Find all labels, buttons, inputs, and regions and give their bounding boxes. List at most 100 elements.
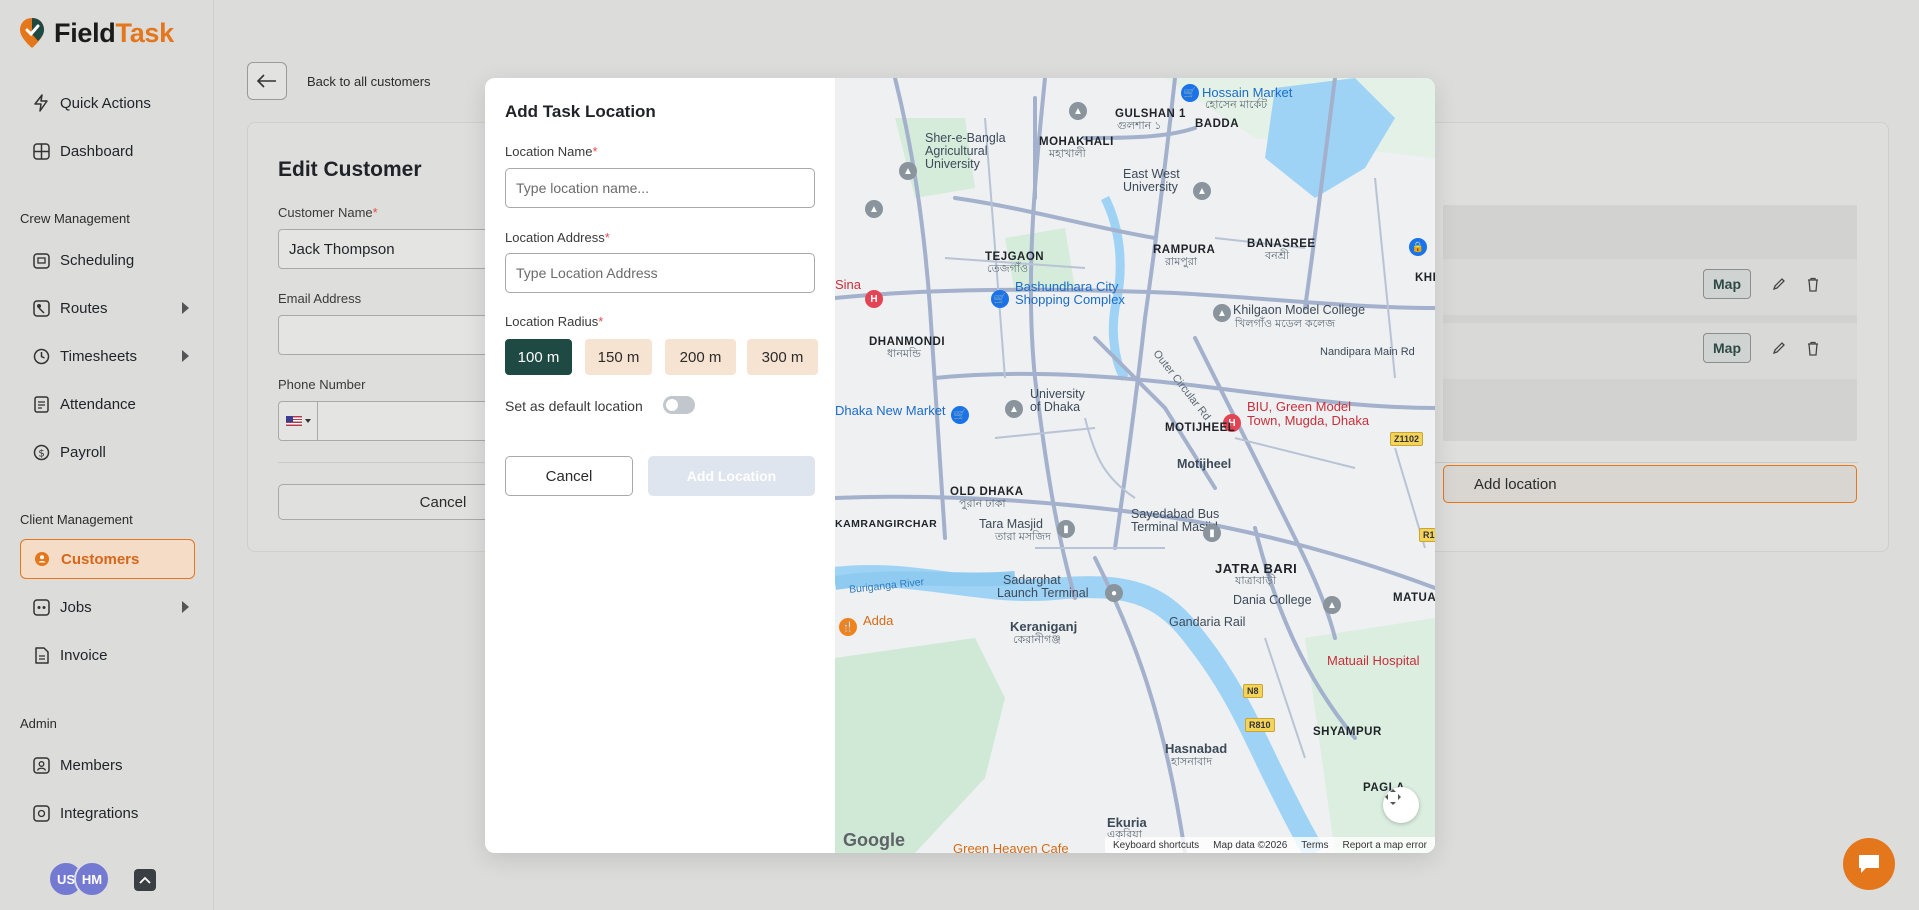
add-task-location-modal: Add Task Location Location Name* Locatio… (485, 78, 1435, 853)
school-pin-icon[interactable]: ▲ (1213, 304, 1231, 322)
map-label: Tara Masjid (979, 517, 1043, 531)
attendance-icon (32, 395, 50, 413)
sidebar-item-quick-actions[interactable]: Quick Actions (20, 83, 195, 123)
email-field[interactable] (278, 315, 498, 355)
school-pin-icon[interactable]: ▲ (1005, 400, 1023, 418)
delete-icon[interactable] (1803, 338, 1823, 358)
location-radius-label: Location Radius* (505, 314, 604, 329)
mosque-pin-icon[interactable]: ▮ (1203, 524, 1221, 542)
customers-icon (33, 550, 51, 568)
google-logo: Google (843, 830, 905, 850)
terms-link[interactable]: Terms (1301, 840, 1328, 851)
location-address-input[interactable] (505, 253, 815, 293)
school-pin-icon[interactable]: ▲ (1323, 596, 1341, 614)
add-location-button[interactable]: Add location (1443, 465, 1857, 503)
map-fullscreen-button[interactable] (1383, 787, 1419, 823)
add-location-label: Add location (1474, 475, 1557, 493)
map-attribution: Keyboard shortcuts Map data ©2026 Terms … (1105, 837, 1435, 853)
map-label: পুরান ঢাকা (959, 498, 1006, 510)
sidebar-item-routes[interactable]: Routes (20, 288, 195, 328)
sidebar-item-label: Scheduling (60, 251, 135, 269)
map-label: Hasnabad (1165, 741, 1228, 756)
radius-option-300[interactable]: 300 m (747, 339, 818, 375)
map-button[interactable]: Map (1703, 333, 1751, 363)
radius-option-200[interactable]: 200 m (665, 339, 736, 375)
country-code-select[interactable] (278, 401, 318, 441)
delete-icon[interactable] (1803, 274, 1823, 294)
default-location-label: Set as default location (505, 398, 643, 414)
road-badge: R1 (1419, 528, 1435, 542)
bus-pin-icon[interactable]: ● (1105, 584, 1123, 602)
sidebar-item-label: Integrations (60, 804, 139, 822)
calendar-icon (32, 251, 50, 269)
invoice-icon (32, 646, 50, 664)
user-avatars[interactable]: US HM (48, 861, 110, 897)
school-pin-icon[interactable]: ▲ (1193, 182, 1211, 200)
sidebar: FieldTask Quick Actions Dashboard Crew M… (0, 0, 214, 910)
avatar[interactable]: HM (74, 861, 110, 897)
sidebar-item-attendance[interactable]: Attendance (20, 384, 195, 424)
sidebar-item-integrations[interactable]: Integrations (20, 793, 195, 833)
clock-icon (32, 347, 50, 365)
location-name-label: Location Name* (505, 144, 598, 159)
sidebar-item-customers[interactable]: Customers (20, 539, 195, 579)
school-pin-icon[interactable]: ▲ (1069, 102, 1087, 120)
map-label: Town, Mugda, Dhaka (1247, 413, 1370, 428)
location-name-input[interactable] (505, 168, 815, 208)
back-link[interactable]: Back to all customers (307, 74, 431, 89)
road-badge: N8 (1243, 684, 1263, 698)
map-label: Hossain Market (1202, 85, 1293, 100)
sidebar-item-dashboard[interactable]: Dashboard (20, 131, 195, 171)
radius-option-150[interactable]: 150 m (585, 339, 652, 375)
brand[interactable]: FieldTask (18, 16, 174, 50)
sidebar-item-timesheets[interactable]: Timesheets (20, 336, 195, 376)
map-view[interactable]: Hossain Market হোসেন মার্কেট 🛒 GULSHAN 1… (835, 78, 1435, 853)
sidebar-item-scheduling[interactable]: Scheduling (20, 240, 195, 280)
map-label: তেজগাঁও (987, 263, 1029, 275)
mosque-pin-icon[interactable]: ▮ (1057, 520, 1075, 538)
chat-icon (1859, 855, 1879, 873)
back-button[interactable] (247, 62, 287, 100)
keyboard-shortcuts-link[interactable]: Keyboard shortcuts (1113, 840, 1199, 851)
brand-name: FieldTask (54, 17, 174, 48)
sidebar-item-label: Customers (61, 550, 140, 568)
sidebar-item-jobs[interactable]: Jobs (20, 587, 195, 627)
sidebar-item-members[interactable]: Members (20, 745, 195, 785)
chevron-up-icon (139, 876, 151, 884)
map-label: হোসেন মার্কেট (1205, 99, 1268, 111)
school-pin-icon[interactable]: ▲ (865, 200, 883, 218)
shopping-pin-icon[interactable]: 🛒 (991, 290, 1009, 308)
shopping-pin-icon[interactable]: 🔒 (1409, 238, 1427, 256)
sidebar-item-invoice[interactable]: Invoice (20, 635, 195, 675)
edit-icon[interactable] (1769, 338, 1789, 358)
section-client-management: Client Management (20, 512, 133, 527)
location-form: Add Task Location Location Name* Locatio… (485, 78, 835, 853)
page-title: Edit Customer (278, 158, 422, 181)
customer-name-field[interactable]: Jack Thompson (278, 229, 498, 269)
hospital-pin-icon[interactable]: H (865, 290, 883, 308)
school-pin-icon[interactable]: ▲ (899, 162, 917, 180)
edit-icon[interactable] (1769, 274, 1789, 294)
restaurant-pin-icon[interactable]: 🍴 (839, 618, 857, 636)
map-button[interactable]: Map (1703, 269, 1751, 299)
report-error-link[interactable]: Report a map error (1343, 840, 1427, 851)
default-location-toggle[interactable] (663, 396, 695, 414)
map-label: BIU, Green Model (1247, 399, 1352, 414)
sidebar-item-payroll[interactable]: $ Payroll (20, 432, 195, 472)
add-location-submit-button[interactable]: Add Location (648, 456, 815, 496)
location-address-label: Location Address* (505, 230, 610, 245)
sidebar-item-label: Dashboard (60, 142, 134, 160)
route-icon (32, 299, 50, 317)
collapse-sidebar-button[interactable] (134, 869, 156, 891)
map-label: Sina (835, 277, 862, 292)
section-admin: Admin (20, 716, 57, 731)
radius-option-100[interactable]: 100 m (505, 339, 572, 375)
locations-panel: Map Map Add location (1443, 205, 1857, 503)
map-label: Gandaria Rail (1169, 615, 1246, 629)
chat-button[interactable] (1843, 838, 1895, 890)
shopping-pin-icon[interactable]: 🛒 (951, 406, 969, 424)
phone-field[interactable] (317, 401, 498, 441)
shopping-pin-icon[interactable]: 🛒 (1181, 84, 1199, 102)
modal-cancel-button[interactable]: Cancel (505, 456, 633, 496)
map-label: যাত্রাবাড়ী (1235, 575, 1277, 587)
